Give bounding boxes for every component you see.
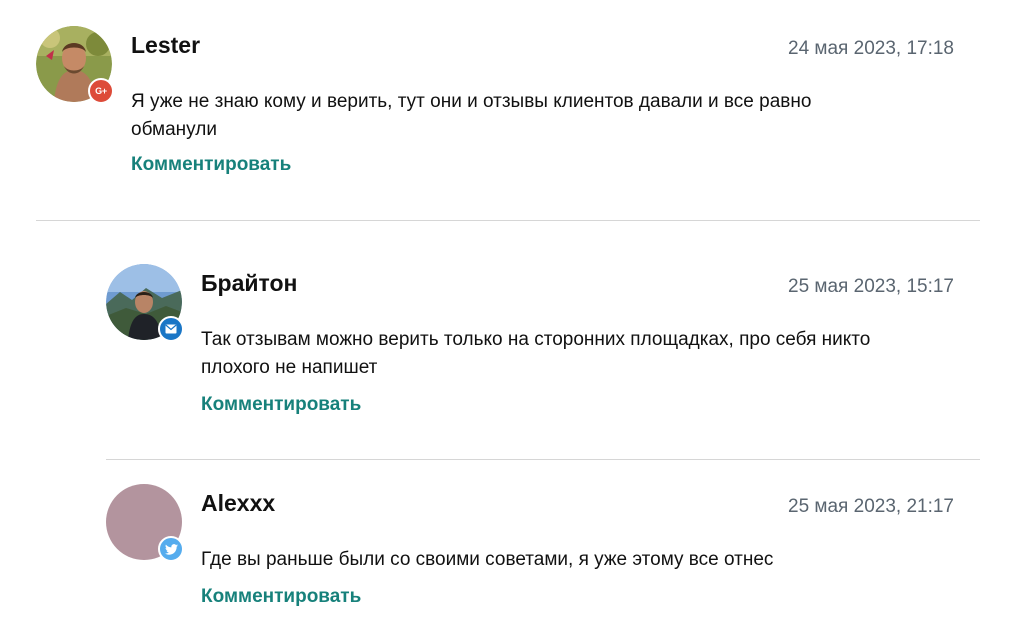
twitter-icon [158,536,184,562]
comment-text: Я уже не знаю кому и верить, тут они и о… [131,91,812,140]
comment-author: Alexxx [201,490,276,516]
divider [36,220,980,221]
comment-reply-link[interactable]: Комментировать [201,586,361,608]
avatar-container [106,264,184,342]
comment-reply-link[interactable]: Комментировать [131,154,291,176]
avatar-container: G+ [36,26,114,104]
google-plus-icon: G+ [88,78,114,104]
comment-date: 25 мая 2023, 15:17 [788,276,954,297]
comment-date: 24 мая 2023, 17:18 [788,38,954,59]
comment-reply-link[interactable]: Комментировать [201,394,361,416]
comment-author: Lester [131,32,201,58]
comment-text: Где вы раньше были со своими советами, я… [201,549,774,570]
comment-text: Так отзывам можно верить только на сторо… [201,329,871,378]
divider [106,459,980,460]
avatar-container [106,484,184,562]
comment-author: Брайтон [201,270,298,296]
comment-date: 25 мая 2023, 21:17 [788,496,954,517]
mail-icon [158,316,184,342]
